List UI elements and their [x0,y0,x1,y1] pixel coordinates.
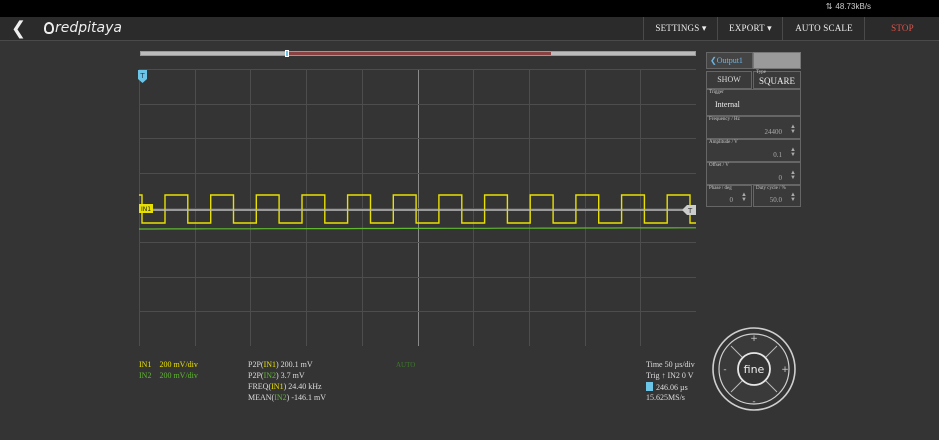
auto-scale-button[interactable]: AUTO SCALE [782,17,865,40]
offset-value[interactable]: 0 [779,174,783,182]
jog-up-button[interactable]: + [750,334,758,344]
measure-func: MEAN( [248,393,275,402]
cursor-time-value: 246.06 µs [656,383,688,392]
status-bar: ⇅ 48.73kB/s [0,0,939,17]
chevron-left-icon: ❮ [710,56,717,65]
in1-name: IN1 [139,360,152,369]
frequency-field[interactable]: Frequency / Hz 24400 ▲ ▼ [706,116,801,139]
phase-field[interactable]: Phase / deg 0 ▲ ▼ [706,185,752,207]
trigger-level-label: T [687,207,693,215]
signal-icon: ⇅ [825,2,833,11]
measurement-p2p-in2: P2P(IN2) 3.7 mV [248,371,305,380]
measure-channel: IN1 [271,382,284,391]
settings-button[interactable]: SETTINGS ▾ [643,17,718,40]
frequency-value[interactable]: 24400 [765,128,783,136]
back-icon[interactable]: ❮ [11,18,26,39]
in1-scale: 200 mV/div [159,360,198,369]
acquisition-mode: AUTO [396,361,416,369]
in2-name: IN2 [139,371,152,380]
navbar: ❮ redpitaya SETTINGS ▾ EXPORT ▾ AUTO SCA… [0,17,939,41]
in1-marker[interactable]: IN1 [139,204,153,213]
measure-channel: IN1 [263,360,277,369]
measure-func: FREQ( [248,382,272,391]
measure-value: ) -146.1 mV [286,393,326,402]
measure-channel: IN2 [263,371,277,380]
phase-spinner-icon[interactable]: ▲ ▼ [741,192,747,203]
in1-channel-info[interactable]: IN1 200 mV/div [139,360,198,369]
trigger-label: Trigger [709,90,724,95]
amplitude-spinner-icon[interactable]: ▲ ▼ [790,147,796,158]
output1-color-swatch [753,52,801,69]
offset-label: Offset / V [709,163,729,168]
timeline-window[interactable] [287,52,551,55]
timebase-info: Time 50 µs/div [646,360,695,369]
output1-header-label: Output1 [716,56,743,65]
network-rate-text: 48.73kB/s [835,2,871,11]
trigger-select[interactable]: Trigger Internal [706,89,801,116]
measurement-p2p-in1: P2P(IN1) 200.1 mV [248,360,313,369]
type-select[interactable]: Type SQUARE [753,70,801,89]
measure-value: ) 3.7 mV [276,371,305,380]
jog-down-button[interactable]: - [752,397,755,407]
export-button[interactable]: EXPORT ▾ [717,17,783,40]
frequency-label: Frequency / Hz [709,117,740,122]
offset-spinner-icon[interactable]: ▲ ▼ [790,170,796,181]
trigger-info: Trig ↑ IN2 0 V [646,371,694,380]
type-value: SQUARE [758,76,795,86]
amplitude-label: Amplitude / V [709,140,738,145]
phase-label: Phase / deg [709,186,732,191]
amplitude-field[interactable]: Amplitude / V 0.1 ▲ ▼ [706,139,801,162]
in2-channel-info[interactable]: IN2 200 mV/div [139,371,198,380]
duty-cycle-spinner-icon[interactable]: ▲ ▼ [790,192,796,203]
measurement-mean-in2: MEAN(IN2) -146.1 mV [248,393,326,402]
stop-button[interactable]: STOP [864,17,939,40]
logo: redpitaya [44,20,122,36]
trigger-value: Internal [715,100,740,109]
show-button[interactable]: SHOW [706,71,752,89]
output-settings-panel: ❮Output1 SHOW Type SQUARE Trigger Intern… [706,52,801,207]
duty-cycle-label: Duty cycle / % [756,186,786,191]
jog-fine-label: fine [744,363,765,376]
measure-func: P2P( [248,371,264,380]
in1-marker-label: IN1 [141,206,151,213]
measure-value: ) 24.40 kHz [283,382,322,391]
measure-func: P2P( [248,360,264,369]
phase-value[interactable]: 0 [730,196,734,204]
timeline-handle[interactable] [285,50,289,57]
graph-background [139,69,696,346]
sample-rate: 15.625MS/s [646,393,685,402]
type-label: Type [756,70,766,75]
trigger-time-marker[interactable]: T [138,70,147,83]
timeline-scrollbar[interactable] [140,50,696,57]
jog-left-button[interactable]: - [723,365,726,375]
output1-header-button[interactable]: ❮Output1 [706,52,753,69]
amplitude-value[interactable]: 0.1 [773,151,782,159]
in2-scale: 200 mV/div [159,371,198,380]
measurement-freq-in1: FREQ(IN1) 24.40 kHz [248,382,322,391]
jog-dial[interactable]: fine + - - + [711,326,797,412]
cursor-time: 246.06 µs [646,382,688,392]
jog-right-button[interactable]: + [781,365,789,375]
trigger-time-marker-label: T [139,72,145,80]
measure-value: ) 200.1 mV [276,360,313,369]
cursor-marker-icon [646,382,653,391]
measure-channel: IN2 [274,393,287,402]
frequency-spinner-icon[interactable]: ▲ ▼ [790,124,796,135]
offset-field[interactable]: Offset / V 0 ▲ ▼ [706,162,801,185]
duty-cycle-value[interactable]: 50.0 [770,196,782,204]
logo-mark [44,22,54,34]
duty-cycle-field[interactable]: Duty cycle / % 50.0 ▲ ▼ [753,185,801,207]
oscilloscope-graph[interactable]: IN1 T [139,69,696,346]
logo-text: redpitaya [55,20,122,36]
network-rate: ⇅ 48.73kB/s [826,2,871,11]
